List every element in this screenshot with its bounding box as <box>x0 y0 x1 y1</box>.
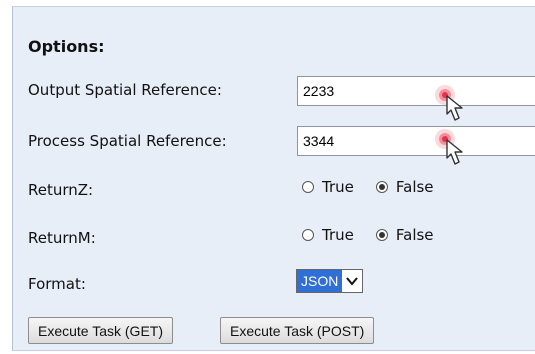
returnz-false-option[interactable]: False <box>375 178 434 196</box>
process-spatial-reference-label: Process Spatial Reference: <box>28 132 227 150</box>
output-spatial-reference-input[interactable] <box>297 76 535 106</box>
process-spatial-reference-input[interactable] <box>297 126 535 156</box>
returnz-false-label: False <box>395 178 434 196</box>
returnm-false-option[interactable]: False <box>375 226 434 244</box>
format-select[interactable]: JSON <box>296 269 364 293</box>
returnz-true-option[interactable]: True <box>302 178 354 196</box>
format-label: Format: <box>28 275 86 293</box>
execute-task-post-button[interactable]: Execute Task (POST) <box>220 317 375 344</box>
output-spatial-reference-label: Output Spatial Reference: <box>28 81 222 99</box>
returnz-radio-group: True False <box>302 178 434 196</box>
returnm-label: ReturnM: <box>28 229 96 247</box>
returnm-true-label: True <box>322 226 354 244</box>
format-selected-value: JSON <box>297 270 343 292</box>
chevron-down-icon[interactable] <box>342 270 363 292</box>
returnm-true-option[interactable]: True <box>302 226 354 244</box>
options-heading: Options: <box>28 37 105 56</box>
returnz-false-radio[interactable] <box>375 181 388 193</box>
returnm-false-radio[interactable] <box>375 229 388 241</box>
returnz-true-radio[interactable] <box>302 181 314 193</box>
returnm-true-radio[interactable] <box>302 229 314 241</box>
returnm-radio-group: True False <box>302 226 434 244</box>
returnm-false-label: False <box>395 226 434 244</box>
execute-task-get-button[interactable]: Execute Task (GET) <box>28 317 174 344</box>
returnz-label: ReturnZ: <box>28 181 94 199</box>
returnz-true-label: True <box>322 178 354 196</box>
hand-pointer-icon <box>435 129 463 165</box>
